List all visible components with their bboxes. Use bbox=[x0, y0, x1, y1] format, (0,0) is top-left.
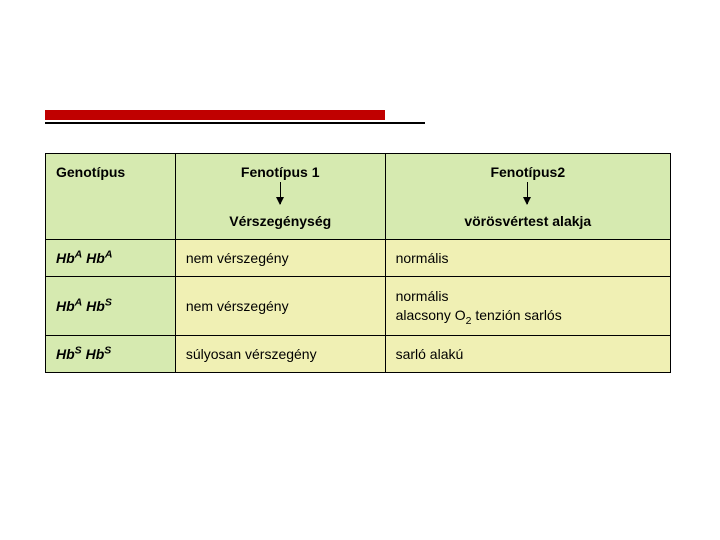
allele-sup: S bbox=[105, 296, 112, 308]
allele-base: Hb bbox=[86, 250, 105, 266]
allele-sup: A bbox=[75, 296, 83, 308]
arrow-down-icon bbox=[527, 182, 528, 204]
allele-base: Hb bbox=[56, 250, 75, 266]
title-rule bbox=[45, 110, 425, 124]
title-rule-underline bbox=[45, 122, 425, 124]
genotype-cell: HbA HbA bbox=[46, 240, 176, 277]
allele: HbS bbox=[86, 346, 112, 362]
header-genotype: Genotípus bbox=[46, 154, 176, 240]
header-phenotype1-label: Fenotípus 1 bbox=[186, 164, 375, 180]
phenotype2-cell: sarló alakú bbox=[385, 335, 670, 372]
phenotype1-cell: nem vérszegény bbox=[175, 240, 385, 277]
phenotype2-cell: normális bbox=[385, 240, 670, 277]
phenotype1-cell: nem vérszegény bbox=[175, 277, 385, 336]
table-row: HbA HbS nem vérszegény normális alacsony… bbox=[46, 277, 671, 336]
phenotype1-cell: súlyosan vérszegény bbox=[175, 335, 385, 372]
allele-base: Hb bbox=[56, 298, 75, 314]
phenotype2-cell: normális alacsony O2 tenzión sarlós bbox=[385, 277, 670, 336]
arrow-down-icon bbox=[280, 182, 281, 204]
header-phenotype2-sub: vörösvértest alakja bbox=[396, 213, 660, 229]
slide: Genotípus Fenotípus 1 Vérszegénység Feno… bbox=[0, 0, 720, 540]
allele-base: Hb bbox=[86, 298, 105, 314]
allele-base: Hb bbox=[86, 346, 105, 362]
table-header-row: Genotípus Fenotípus 1 Vérszegénység Feno… bbox=[46, 154, 671, 240]
allele-sup: S bbox=[104, 344, 111, 356]
phenotype2-line1: normális bbox=[396, 288, 449, 304]
table-row: HbS HbS súlyosan vérszegény sarló alakú bbox=[46, 335, 671, 372]
phenotype2-o2-pre: alacsony O bbox=[396, 307, 466, 323]
allele: HbA bbox=[56, 298, 86, 314]
header-phenotype1-sub: Vérszegénység bbox=[186, 213, 375, 229]
allele: HbA bbox=[56, 250, 86, 266]
phenotype2-o2-post: tenzión sarlós bbox=[471, 307, 561, 323]
allele: HbS bbox=[56, 346, 86, 362]
genotype-cell: HbA HbS bbox=[46, 277, 176, 336]
allele-sup: A bbox=[75, 248, 83, 260]
header-phenotype2-label: Fenotípus2 bbox=[396, 164, 660, 180]
title-rule-red bbox=[45, 110, 385, 120]
allele: HbA bbox=[86, 250, 112, 266]
allele: HbS bbox=[86, 298, 112, 314]
genotype-phenotype-table: Genotípus Fenotípus 1 Vérszegénység Feno… bbox=[45, 153, 671, 373]
header-phenotype2: Fenotípus2 vörösvértest alakja bbox=[385, 154, 670, 240]
header-phenotype1: Fenotípus 1 Vérszegénység bbox=[175, 154, 385, 240]
allele-sup: S bbox=[75, 344, 82, 356]
table-row: HbA HbA nem vérszegény normális bbox=[46, 240, 671, 277]
allele-base: Hb bbox=[56, 346, 75, 362]
allele-sup: A bbox=[105, 248, 113, 260]
genotype-cell: HbS HbS bbox=[46, 335, 176, 372]
